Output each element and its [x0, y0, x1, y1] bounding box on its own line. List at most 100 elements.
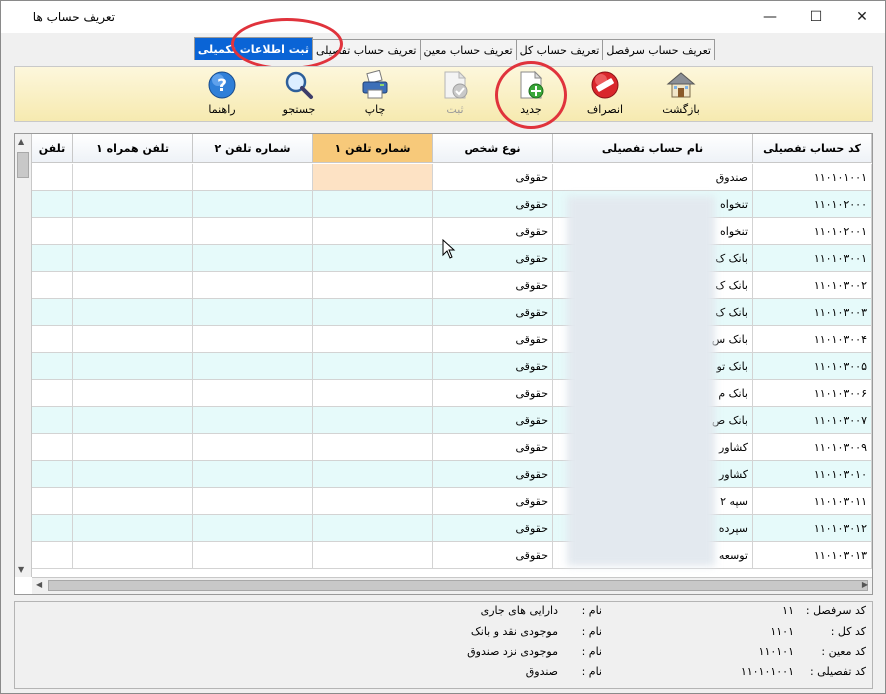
- table-row[interactable]: حقوقی صندوق ۱۱۰۱۰۱۰۰۱: [15, 164, 872, 191]
- cell-mobile-1[interactable]: [73, 245, 193, 272]
- cell-phone-2[interactable]: [193, 434, 313, 461]
- cell-account-code[interactable]: ۱۱۰۱۰۳۰۰۴: [753, 326, 872, 353]
- cell-phone-1[interactable]: [313, 488, 433, 515]
- column-header-phone-2[interactable]: شماره تلفن ۲: [193, 134, 313, 163]
- cell-mobile-1[interactable]: [73, 272, 193, 299]
- cell-phone-2[interactable]: [193, 272, 313, 299]
- cell-phone-1[interactable]: [313, 380, 433, 407]
- cell-account-code[interactable]: ۱۱۰۱۰۳۰۰۲: [753, 272, 872, 299]
- tab-header-account[interactable]: تعریف حساب سرفصل: [602, 39, 715, 60]
- cell-account-code[interactable]: ۱۱۰۱۰۳۰۱۰: [753, 461, 872, 488]
- scroll-left-icon[interactable]: ◀: [36, 580, 42, 589]
- cell-account-code[interactable]: ۱۱۰۱۰۳۰۰۷: [753, 407, 872, 434]
- cell-phone-1[interactable]: [313, 434, 433, 461]
- tab-additional-info[interactable]: ثبت اطلاعات تکمیلی: [193, 37, 313, 60]
- cell-account-code[interactable]: ۱۱۰۱۰۳۰۱۲: [753, 515, 872, 542]
- cell-mobile-1[interactable]: [73, 380, 193, 407]
- table-row[interactable]: حقوقی توسعه ۱۱۰۱۰۳۰۱۳: [15, 542, 872, 569]
- cell-mobile-1[interactable]: [73, 542, 193, 569]
- cell-phone-1[interactable]: [313, 245, 433, 272]
- cell-phone[interactable]: [32, 542, 73, 569]
- cell-person-type[interactable]: حقوقی: [433, 407, 553, 434]
- cell-phone[interactable]: [32, 434, 73, 461]
- cell-mobile-1[interactable]: [73, 488, 193, 515]
- cell-account-code[interactable]: ۱۱۰۱۰۳۰۰۵: [753, 353, 872, 380]
- table-row[interactable]: حقوقی بانک تو ۱۱۰۱۰۳۰۰۵: [15, 353, 872, 380]
- cell-phone-2[interactable]: [193, 461, 313, 488]
- table-row[interactable]: حقوقی بانک ص ۱۱۰۱۰۳۰۰۷: [15, 407, 872, 434]
- cell-mobile-1[interactable]: [73, 407, 193, 434]
- cell-account-code[interactable]: ۱۱۰۱۰۳۰۰۳: [753, 299, 872, 326]
- maximize-icon[interactable]: ☐: [793, 1, 839, 33]
- search-button[interactable]: جستجو: [269, 70, 329, 120]
- cell-phone-2[interactable]: [193, 380, 313, 407]
- cell-phone-2[interactable]: [193, 542, 313, 569]
- table-row[interactable]: حقوقی بانک ک ۱۱۰۱۰۳۰۰۲: [15, 272, 872, 299]
- cell-account-code[interactable]: ۱۱۰۱۰۳۰۱۱: [753, 488, 872, 515]
- tab-general-account[interactable]: تعریف حساب کل: [515, 39, 604, 60]
- cell-person-type[interactable]: حقوقی: [433, 380, 553, 407]
- new-button[interactable]: جدید: [501, 70, 561, 120]
- cell-person-type[interactable]: حقوقی: [433, 515, 553, 542]
- cell-phone[interactable]: [32, 488, 73, 515]
- cancel-button[interactable]: انصراف: [575, 70, 635, 120]
- cell-phone-1[interactable]: [313, 515, 433, 542]
- cell-mobile-1[interactable]: [73, 164, 193, 191]
- cell-phone-2[interactable]: [193, 515, 313, 542]
- column-header-person-type[interactable]: نوع شخص: [433, 134, 553, 163]
- cell-phone-2[interactable]: [193, 245, 313, 272]
- cell-phone-1[interactable]: [313, 299, 433, 326]
- table-row[interactable]: حقوقی سپرده ۱۱۰۱۰۳۰۱۲: [15, 515, 872, 542]
- cell-phone-1[interactable]: [313, 218, 433, 245]
- cell-phone-2[interactable]: [193, 191, 313, 218]
- cell-phone[interactable]: [32, 461, 73, 488]
- cell-mobile-1[interactable]: [73, 353, 193, 380]
- cell-phone-2[interactable]: [193, 326, 313, 353]
- cell-account-code[interactable]: ۱۱۰۱۰۳۰۰۶: [753, 380, 872, 407]
- cell-person-type[interactable]: حقوقی: [433, 326, 553, 353]
- cell-phone-1[interactable]: [313, 461, 433, 488]
- cell-phone-1[interactable]: [313, 191, 433, 218]
- table-row[interactable]: حقوقی بانک م ۱۱۰۱۰۳۰۰۶: [15, 380, 872, 407]
- cell-phone[interactable]: [32, 299, 73, 326]
- cell-phone-1[interactable]: [313, 407, 433, 434]
- cell-phone-2[interactable]: [193, 407, 313, 434]
- cell-phone-2[interactable]: [193, 299, 313, 326]
- column-header-mobile-1[interactable]: تلفن همراه ۱: [73, 134, 193, 163]
- cell-phone[interactable]: [32, 272, 73, 299]
- horizontal-scroll-thumb[interactable]: [48, 580, 868, 591]
- cell-phone[interactable]: [32, 245, 73, 272]
- cell-person-type[interactable]: حقوقی: [433, 434, 553, 461]
- column-header-phone[interactable]: تلفن: [32, 134, 73, 163]
- cell-phone[interactable]: [32, 515, 73, 542]
- column-header-phone-1[interactable]: شماره تلفن ۱: [313, 134, 433, 163]
- cell-account-code[interactable]: ۱۱۰۱۰۳۰۱۳: [753, 542, 872, 569]
- print-button[interactable]: چاپ: [345, 70, 405, 120]
- cell-mobile-1[interactable]: [73, 218, 193, 245]
- cell-phone-1[interactable]: [313, 164, 433, 191]
- cell-phone[interactable]: [32, 326, 73, 353]
- cell-phone[interactable]: [32, 380, 73, 407]
- column-header-account-name[interactable]: نام حساب تفصیلی: [553, 134, 753, 163]
- minimize-icon[interactable]: —: [747, 1, 793, 33]
- help-button[interactable]: ? راهنما: [192, 70, 252, 120]
- cell-mobile-1[interactable]: [73, 326, 193, 353]
- table-row[interactable]: حقوقی بانک ک ۱۱۰۱۰۳۰۰۳: [15, 299, 872, 326]
- table-row[interactable]: حقوقی تنخواه ۱۱۰۱۰۲۰۰۰: [15, 191, 872, 218]
- cell-phone-1[interactable]: [313, 326, 433, 353]
- cell-mobile-1[interactable]: [73, 191, 193, 218]
- cell-person-type[interactable]: حقوقی: [433, 164, 553, 191]
- column-header-account-code[interactable]: کد حساب تفصیلی: [753, 134, 872, 163]
- cell-mobile-1[interactable]: [73, 515, 193, 542]
- cell-person-type[interactable]: حقوقی: [433, 191, 553, 218]
- cell-account-name[interactable]: صندوق: [553, 164, 753, 191]
- cell-person-type[interactable]: حقوقی: [433, 353, 553, 380]
- cell-person-type[interactable]: حقوقی: [433, 542, 553, 569]
- cell-phone-1[interactable]: [313, 353, 433, 380]
- cell-phone-2[interactable]: [193, 218, 313, 245]
- table-row[interactable]: حقوقی کشاور ۱۱۰۱۰۳۰۱۰: [15, 461, 872, 488]
- cell-mobile-1[interactable]: [73, 461, 193, 488]
- table-row[interactable]: حقوقی سپه ۲ ۱۱۰۱۰۳۰۱۱: [15, 488, 872, 515]
- cell-person-type[interactable]: حقوقی: [433, 299, 553, 326]
- cell-account-code[interactable]: ۱۱۰۱۰۱۰۰۱: [753, 164, 872, 191]
